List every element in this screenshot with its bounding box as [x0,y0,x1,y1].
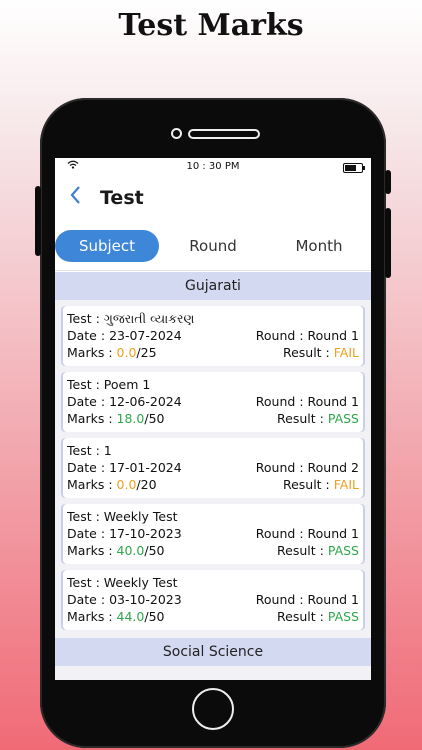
result-row: Result : PASS [277,411,359,426]
date-row: Date : 17-01-2024 [67,460,182,475]
marks-total: /50 [144,543,165,558]
marks-row: Marks : 0.0/20 [67,477,157,492]
date-row: Date : 03-10-2023 [67,592,182,607]
test-name-row: Test : Weekly Test [67,575,178,590]
page-title: Test [100,187,144,209]
tab-subject[interactable]: Subject [55,230,159,262]
result-row: Result : FAIL [282,345,359,360]
result-badge: FAIL [333,477,359,492]
marks-total: /20 [136,477,157,492]
app-screen: 10 : 30 PM Test Subject Round Month Guja… [55,158,371,680]
result-row: Result : FAIL [282,477,359,492]
status-bar: 10 : 30 PM [55,158,371,176]
result-badge: FAIL [333,345,359,360]
marks-row: Marks : 0.0/25 [67,345,157,360]
camera-icon [171,128,182,139]
filter-tabs: Subject Round Month [55,220,371,271]
phone-frame: 10 : 30 PM Test Subject Round Month Guja… [35,98,391,748]
test-card[interactable]: Test : ગુજરાતી વ્યાકરણ Date : 23-07-2024… [61,306,365,366]
marks-list: Gujarati Test : ગુજરાતી વ્યાકરણ Date : 2… [55,272,371,680]
date-row: Date : 17-10-2023 [67,526,182,541]
marks-row: Marks : 40.0/50 [67,543,165,558]
marks-row: Marks : 44.0/50 [67,609,165,624]
test-name: ગુજરાતી વ્યાકરણ [103,311,195,326]
test-round: Round 1 [307,592,359,607]
result-badge: PASS [327,609,359,624]
round-row: Round : Round 2 [255,460,359,475]
app-bar: Test [55,176,371,220]
result-badge: PASS [327,543,359,558]
marks-row: Marks : 18.0/50 [67,411,165,426]
marks-score: 44.0 [116,609,145,624]
tab-round[interactable]: Round [161,230,265,262]
round-row: Round : Round 1 [255,328,359,343]
test-name-row: Test : 1 [67,443,112,458]
test-date: 03-10-2023 [109,592,182,607]
test-card[interactable]: Test : 1 Date : 17-01-2024 Round : Round… [61,438,365,498]
round-row: Round : Round 1 [255,592,359,607]
status-time: 10 : 30 PM [186,161,240,172]
side-button [385,208,391,278]
round-row: Round : Round 1 [255,394,359,409]
marks-total: /50 [144,609,165,624]
section-header-gujarati: Gujarati [55,272,371,300]
test-name: Weekly Test [103,509,178,524]
test-round: Round 1 [307,328,359,343]
marks-score: 18.0 [116,411,145,426]
test-date: 12-06-2024 [109,394,182,409]
home-button[interactable] [192,688,234,730]
test-round: Round 1 [307,526,359,541]
marks-total: /50 [144,411,165,426]
test-card[interactable]: Test : Weekly Test Date : 17-10-2023 Rou… [61,504,365,564]
speaker-grille [188,129,260,139]
side-button [35,186,41,256]
test-date: 17-01-2024 [109,460,182,475]
result-badge: PASS [327,411,359,426]
date-row: Date : 12-06-2024 [67,394,182,409]
test-name-row: Test : Poem 1 [67,377,151,392]
test-name: Poem 1 [103,377,151,392]
result-row: Result : PASS [277,543,359,558]
section-header-social-science: Social Science [55,638,371,666]
back-chevron-icon[interactable] [69,185,81,211]
battery-icon [343,163,365,173]
test-card[interactable]: Test : Weekly Test Date : 03-10-2023 Rou… [61,570,365,630]
test-round: Round 2 [307,460,359,475]
test-card[interactable]: Test : Poem 1 Date : 12-06-2024 Round : … [61,372,365,432]
side-button [385,170,391,194]
page-headline: Test Marks [118,8,304,43]
test-date: 23-07-2024 [109,328,182,343]
test-name: Weekly Test [103,575,178,590]
date-row: Date : 23-07-2024 [67,328,182,343]
test-name-row: Test : Weekly Test [67,509,178,524]
marks-score: 0.0 [116,477,137,492]
test-name-row: Test : ગુજરાતી વ્યાકરણ [67,311,195,326]
marks-score: 40.0 [116,543,145,558]
round-row: Round : Round 1 [255,526,359,541]
test-round: Round 1 [307,394,359,409]
test-date: 17-10-2023 [109,526,182,541]
marks-total: /25 [136,345,157,360]
marks-score: 0.0 [116,345,137,360]
result-row: Result : PASS [277,609,359,624]
tab-month[interactable]: Month [267,230,371,262]
test-name: 1 [103,443,112,458]
